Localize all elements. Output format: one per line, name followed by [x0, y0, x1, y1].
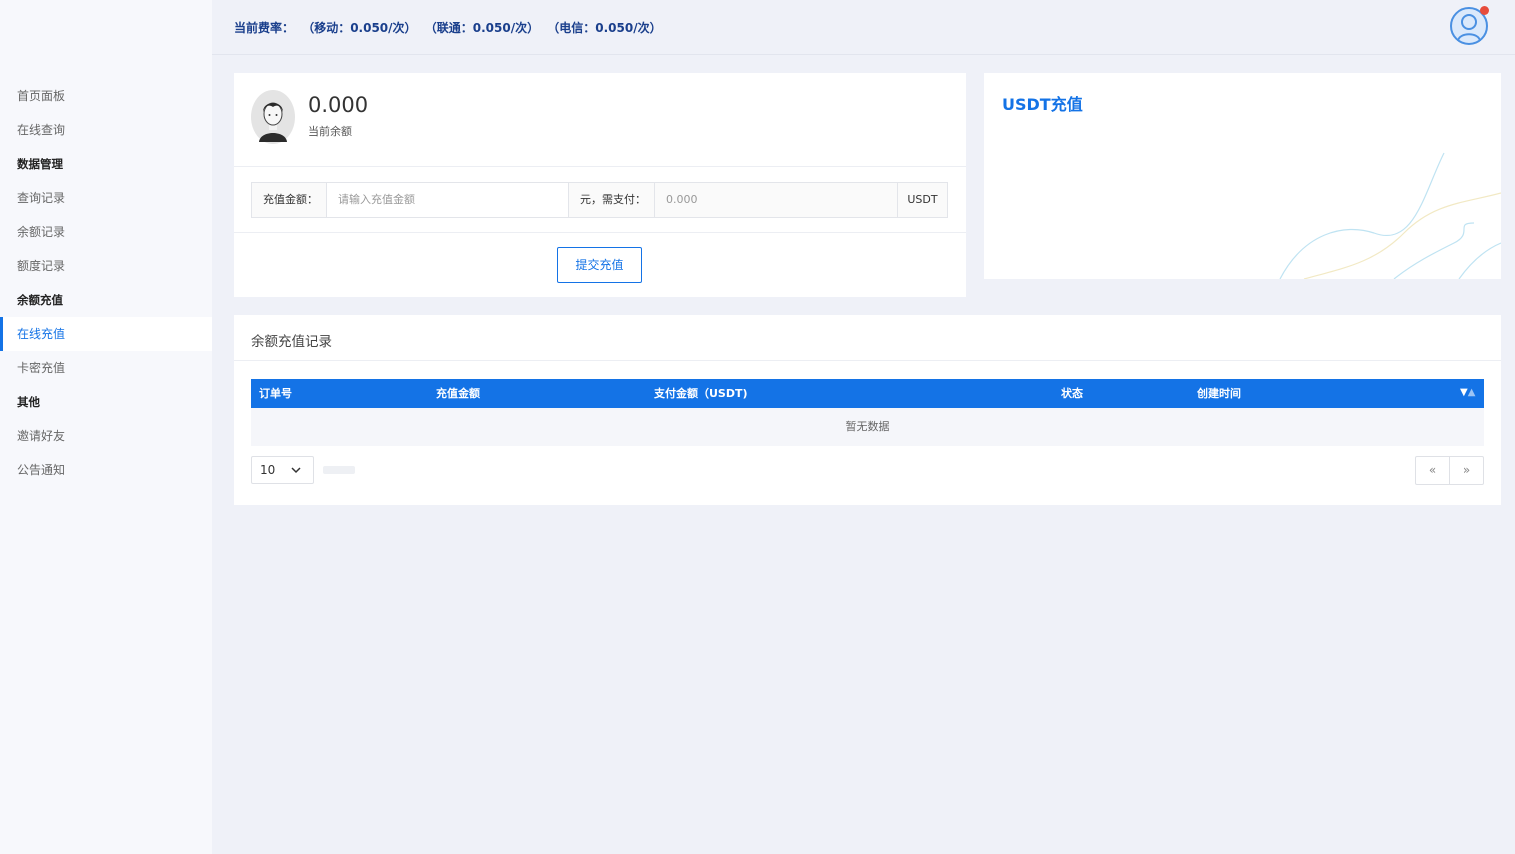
rate-mobile: （移动：0.050/次）	[302, 21, 417, 35]
rate-label: 当前费率：	[234, 21, 295, 35]
sidebar-item-card-recharge[interactable]: 卡密充值	[0, 351, 212, 385]
column-recharge-amount[interactable]: 充值金额	[436, 379, 480, 408]
balance-label: 当前余额	[308, 125, 352, 138]
amount-input[interactable]	[327, 183, 569, 217]
sidebar-group-data-management: 数据管理	[17, 157, 63, 171]
rate-telecom: （电信：0.050/次）	[547, 21, 662, 35]
records-title: 余额充值记录	[251, 334, 332, 350]
column-created-time[interactable]: 创建时间	[1197, 379, 1241, 408]
prev-page-button[interactable]: «	[1416, 457, 1449, 484]
sidebar-item-query-records[interactable]: 查询记录	[0, 181, 212, 215]
page-size-value: 10	[260, 463, 276, 477]
recharge-card: 0.000 当前余额 充值金额： 元，需支付： 0.000 USDT 提交充值	[234, 73, 966, 297]
sidebar-item-quota-records[interactable]: 额度记录	[0, 249, 212, 283]
usdt-card: USDT充值	[984, 73, 1501, 279]
balance-header: 0.000 当前余额	[234, 73, 966, 167]
pagination: « »	[1415, 456, 1484, 485]
top-bar: 当前费率： （移动：0.050/次） （联通：0.050/次） （电信：0.05…	[212, 0, 1515, 55]
amount-label: 充值金额：	[252, 183, 327, 217]
column-status[interactable]: 状态	[1061, 379, 1083, 408]
notification-dot	[1480, 6, 1489, 15]
divider	[234, 232, 966, 233]
page-info-placeholder	[323, 466, 355, 474]
sidebar-group-balance-recharge: 余额充值	[17, 293, 63, 307]
table-empty-row: 暂无数据	[251, 408, 1484, 446]
sidebar-item-announcements[interactable]: 公告通知	[0, 453, 212, 487]
column-pay-amount[interactable]: 支付金额（USDT)	[654, 379, 748, 408]
column-order-no[interactable]: 订单号	[259, 379, 292, 408]
sidebar-item-online-recharge[interactable]: 在线充值	[0, 317, 212, 351]
submit-recharge-button[interactable]: 提交充值	[557, 247, 642, 283]
records-card: 余额充值记录 订单号 充值金额 支付金额（USDT) 状态 创建时间 ▼▲ 暂无…	[234, 315, 1501, 505]
usdt-card-title: USDT充值	[1002, 95, 1083, 114]
sidebar-group-other: 其他	[17, 395, 40, 409]
pay-value: 0.000	[655, 183, 898, 217]
sidebar: 首页面板 在线查询 数据管理 查询记录 余额记录 额度记录 余额充值 在线充值 …	[0, 0, 212, 854]
sort-icon[interactable]: ▼▲	[1460, 379, 1475, 406]
divider	[234, 360, 1501, 361]
table-header: 订单号 充值金额 支付金额（USDT) 状态 创建时间 ▼▲	[251, 379, 1484, 408]
usdt-unit: USDT	[898, 183, 947, 217]
sidebar-item-dashboard[interactable]: 首页面板	[0, 79, 212, 113]
sidebar-item-invite-friends[interactable]: 邀请好友	[0, 419, 212, 453]
sidebar-item-balance-records[interactable]: 余额记录	[0, 215, 212, 249]
pay-label: 元，需支付：	[569, 183, 655, 217]
balance-amount: 0.000	[308, 93, 369, 117]
recharge-form-row: 充值金额： 元，需支付： 0.000 USDT	[251, 182, 948, 218]
rate-unicom: （联通：0.050/次）	[424, 21, 540, 35]
next-page-button[interactable]: »	[1449, 457, 1483, 484]
page-size-select[interactable]: 10	[251, 456, 314, 484]
rate-info: 当前费率： （移动：0.050/次） （联通：0.050/次） （电信：0.05…	[234, 19, 666, 36]
sidebar-item-online-query[interactable]: 在线查询	[0, 113, 212, 147]
chevron-down-icon	[291, 457, 301, 494]
sidebar-nav: 首页面板 在线查询 数据管理 查询记录 余额记录 额度记录 余额充值 在线充值 …	[0, 79, 212, 487]
user-avatar-icon	[251, 90, 295, 144]
